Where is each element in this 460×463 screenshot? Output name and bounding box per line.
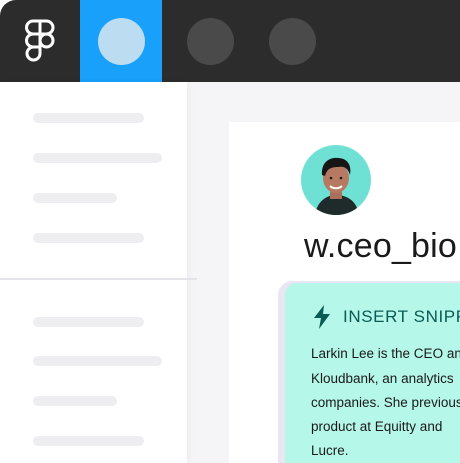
person-icon (315, 157, 359, 215)
tab-avatar-icon (186, 17, 234, 65)
frame-title: w.ceo_bio (304, 227, 458, 265)
snippet-text-line: Kloudbank, an analytics (311, 371, 454, 386)
snippet-text-line: companies. She previously (311, 395, 460, 410)
snippet-text-line: Lucre. (311, 443, 349, 458)
snippet-text-line: product at Equitty and (311, 419, 443, 434)
sidebar-item[interactable] (33, 317, 144, 327)
layers-sidebar (0, 82, 197, 463)
sidebar-item[interactable] (33, 396, 117, 406)
snippet-label: INSERT SNIPPET (343, 307, 460, 326)
tab-2[interactable] (169, 0, 251, 82)
snippet-header[interactable]: INSERT SNIPPET (313, 304, 460, 330)
app-window: w.ceo_bio INSERT SNIPPET Larkin Lee is t… (0, 0, 460, 463)
top-toolbar (0, 0, 460, 82)
profile-photo (301, 145, 371, 215)
lightning-bolt-icon (314, 305, 330, 329)
sidebar-item[interactable] (33, 153, 162, 163)
tab-avatar-icon (268, 17, 316, 65)
sidebar-item[interactable] (33, 233, 144, 243)
figma-logo-button[interactable] (0, 0, 80, 82)
tab-avatar-icon (97, 17, 145, 65)
snippet-text-line: Larkin Lee is the CEO and (311, 346, 460, 361)
sidebar-item[interactable] (33, 436, 144, 446)
tab-active[interactable] (80, 0, 162, 82)
figma-logo-icon (25, 19, 55, 62)
tab-3[interactable] (251, 0, 333, 82)
sidebar-item[interactable] (33, 193, 117, 203)
sidebar-item[interactable] (33, 356, 162, 366)
sidebar-divider (0, 278, 197, 280)
sidebar-item[interactable] (33, 113, 144, 123)
